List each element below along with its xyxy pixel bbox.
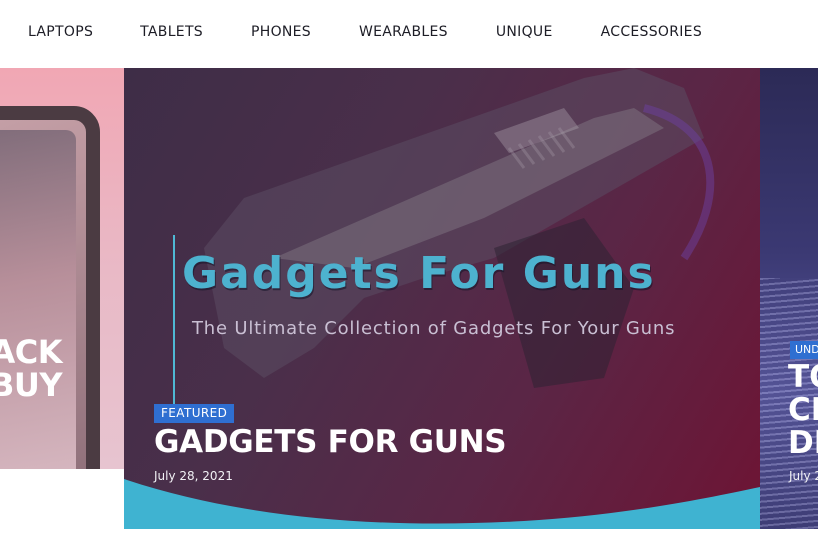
promo-heading: Gadgets For Guns xyxy=(182,248,656,299)
nav-item-unique[interactable]: UNIQUE xyxy=(496,24,553,40)
slide-next-title[interactable]: TO CE DE xyxy=(788,361,818,460)
nav-item-laptops[interactable]: LAPTOPS xyxy=(28,24,93,40)
slide-next-badge[interactable]: UND xyxy=(790,341,818,359)
nav-item-tablets[interactable]: TABLETS xyxy=(140,24,203,40)
slide-featured[interactable]: Gadgets For Guns The Ultimate Collection… xyxy=(124,68,760,529)
main-navigation: LAPTOPS TABLETS PHONES WEARABLES UNIQUE … xyxy=(0,0,818,68)
title-accent-line xyxy=(173,235,175,415)
pistol-image xyxy=(204,68,715,388)
slide-previous-title[interactable]: ACK BUY xyxy=(0,336,63,402)
post-title[interactable]: GADGETS FOR GUNS xyxy=(154,424,507,460)
device-image xyxy=(0,106,100,469)
nav-item-wearables[interactable]: WEARABLES xyxy=(359,24,448,40)
nav-menu: LAPTOPS TABLETS PHONES WEARABLES UNIQUE … xyxy=(28,24,702,40)
post-date: July 28, 2021 xyxy=(154,469,233,483)
promo-subheading: The Ultimate Collection of Gadgets For Y… xyxy=(192,318,676,339)
category-badge[interactable]: FEATURED xyxy=(154,404,235,423)
slide-next[interactable]: UND TO CE DE July 2 xyxy=(760,68,818,529)
nav-item-accessories[interactable]: ACCESSORIES xyxy=(601,24,702,40)
slide-previous[interactable]: ACK BUY xyxy=(0,68,124,469)
nav-item-phones[interactable]: PHONES xyxy=(251,24,311,40)
slide-next-date: July 2 xyxy=(789,469,818,483)
